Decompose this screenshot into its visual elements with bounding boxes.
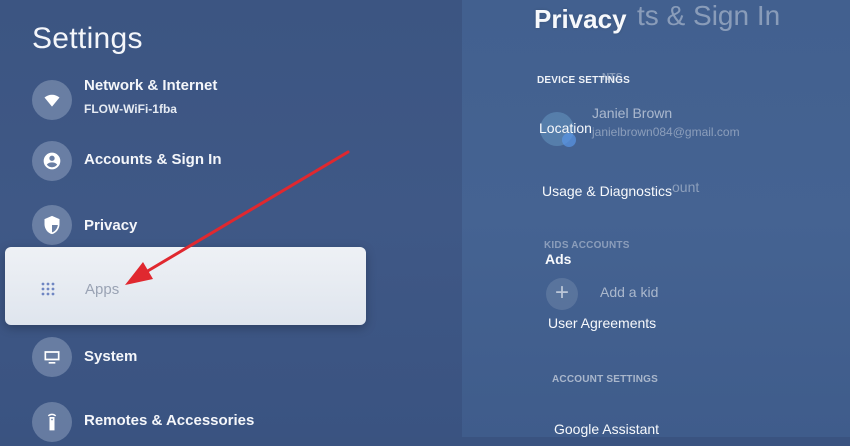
annotation-arrow (125, 150, 350, 285)
